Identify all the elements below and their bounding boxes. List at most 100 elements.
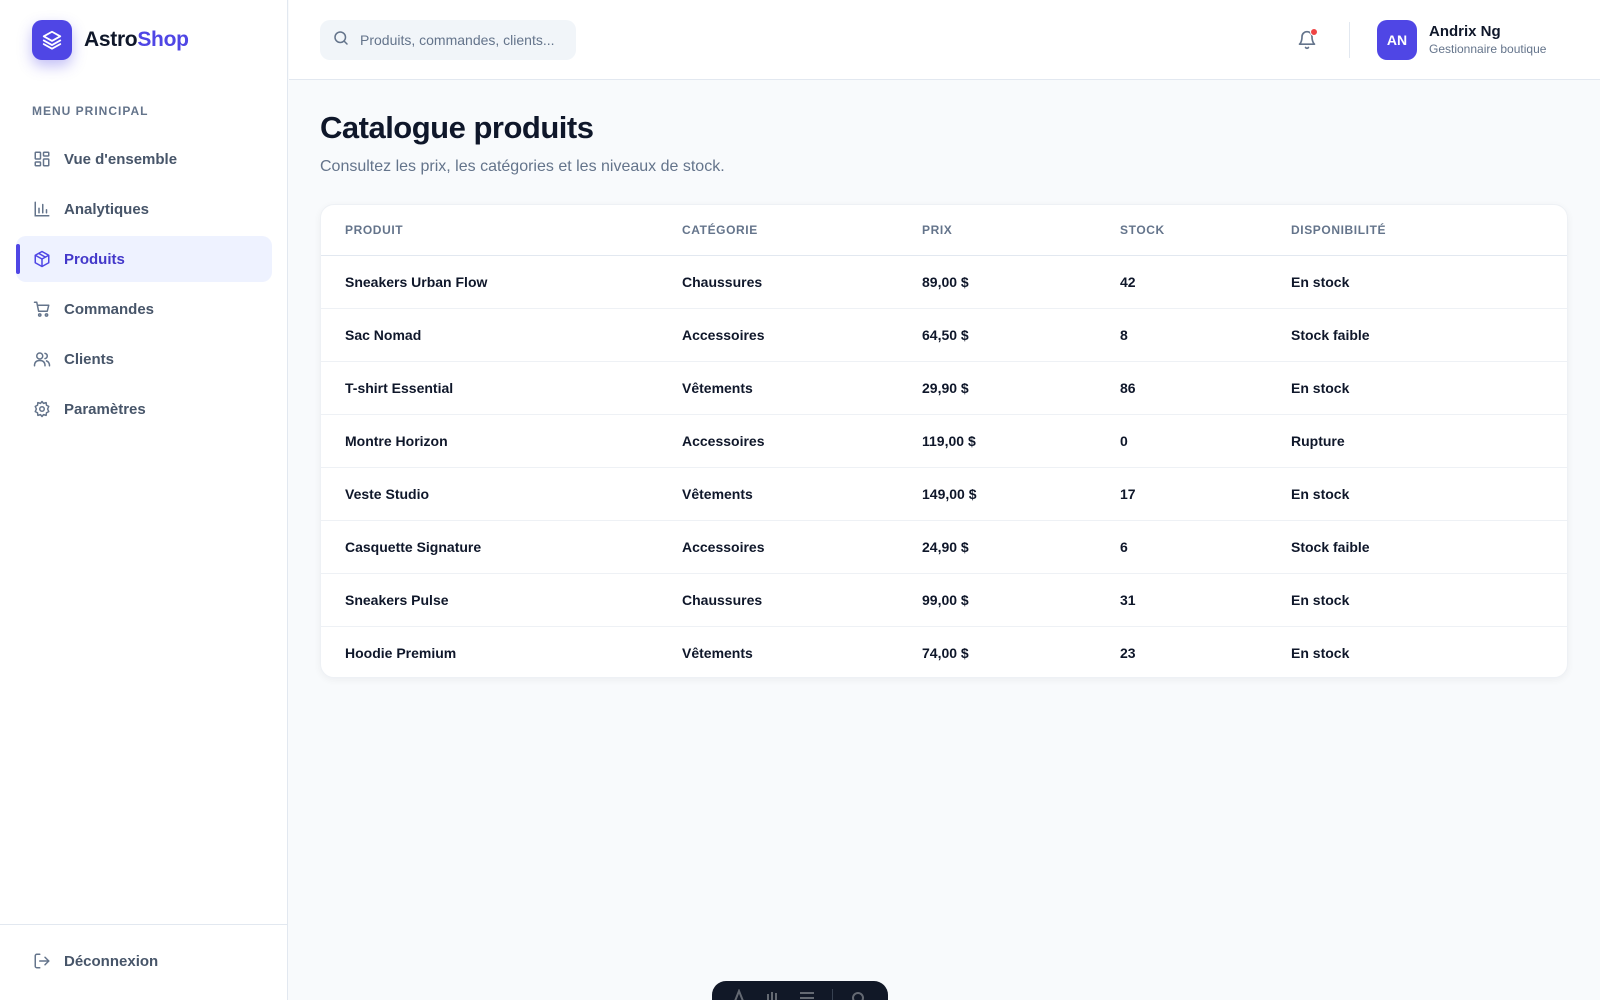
gear-icon[interactable] <box>849 989 867 1000</box>
cell-price: 119,00 $ <box>922 414 1120 468</box>
cell-availability: En stock <box>1291 573 1567 627</box>
cell-price: 24,90 $ <box>922 520 1120 574</box>
toolbar-divider <box>832 989 833 1000</box>
avatar: AN <box>1377 20 1417 60</box>
cell-category: Vêtements <box>682 361 922 415</box>
menu-lines-icon[interactable] <box>798 989 816 1000</box>
cart-icon <box>32 299 52 319</box>
sidebar-item-label: Paramètres <box>64 400 146 418</box>
brand-name: AstroShop <box>84 28 189 51</box>
logout-icon <box>32 951 52 971</box>
cell-category: Accessoires <box>682 520 922 574</box>
user-menu[interactable]: AN Andrix Ng Gestionnaire boutique <box>1377 20 1546 60</box>
cell-product: Sneakers Urban Flow <box>321 255 682 309</box>
hand-icon[interactable] <box>764 989 782 1000</box>
cell-price: 89,00 $ <box>922 255 1120 309</box>
logout-label: Déconnexion <box>64 952 159 970</box>
layers-logo-icon <box>32 20 72 60</box>
floating-toolbar[interactable] <box>712 981 888 1000</box>
notifications-button[interactable] <box>1293 26 1321 54</box>
bar-chart-icon <box>32 199 52 219</box>
cell-price: 149,00 $ <box>922 467 1120 521</box>
sidebar-item-settings[interactable]: Paramètres <box>16 386 272 432</box>
table-row[interactable]: Sneakers Pulse Chaussures 99,00 $ 31 En … <box>321 573 1567 627</box>
gear-icon <box>32 399 52 419</box>
cell-price: 64,50 $ <box>922 308 1120 362</box>
header-divider <box>1349 22 1350 58</box>
cell-stock: 6 <box>1120 520 1291 574</box>
products-table: PRODUIT CATÉGORIE PRIX STOCK DISPONIBILI… <box>321 205 1567 677</box>
users-icon <box>32 349 52 369</box>
table-row[interactable]: Casquette Signature Accessoires 24,90 $ … <box>321 520 1567 574</box>
cell-product: Montre Horizon <box>321 414 682 468</box>
table-row[interactable]: Hoodie Premium Vêtements 74,00 $ 23 En s… <box>321 626 1567 677</box>
column-header-product[interactable]: PRODUIT <box>321 205 682 256</box>
sidebar-item-analytics[interactable]: Analytiques <box>16 186 272 232</box>
table-row[interactable]: Veste Studio Vêtements 149,00 $ 17 En st… <box>321 467 1567 521</box>
table-row[interactable]: Sneakers Urban Flow Chaussures 89,00 $ 4… <box>321 255 1567 309</box>
sidebar-item-label: Produits <box>64 250 125 268</box>
cell-stock: 17 <box>1120 467 1291 521</box>
cell-availability: En stock <box>1291 361 1567 415</box>
products-table-card: PRODUIT CATÉGORIE PRIX STOCK DISPONIBILI… <box>320 204 1568 678</box>
cell-category: Vêtements <box>682 644 753 661</box>
notification-badge <box>1310 28 1318 36</box>
cell-availability: En stock <box>1291 255 1567 309</box>
table-row[interactable]: Montre Horizon Accessoires 119,00 $ 0 Ru… <box>321 414 1567 468</box>
cell-product: Casquette Signature <box>321 520 682 574</box>
logout-button[interactable]: Déconnexion <box>32 951 158 971</box>
table-row[interactable]: Sac Nomad Accessoires 64,50 $ 8 Stock fa… <box>321 308 1567 362</box>
cell-stock: 86 <box>1120 361 1291 415</box>
cell-stock: 31 <box>1120 573 1291 627</box>
search-input[interactable] <box>360 32 560 48</box>
cell-availability: En stock <box>1291 467 1567 521</box>
cell-product: Hoodie Premium <box>345 644 457 661</box>
cell-stock: 23 <box>1120 644 1136 661</box>
search-box[interactable] <box>320 20 576 60</box>
pointer-icon[interactable] <box>730 989 748 1000</box>
user-role: Gestionnaire boutique <box>1429 42 1547 56</box>
sidebar-item-clients[interactable]: Clients <box>16 336 272 382</box>
cell-price: 74,00 $ <box>922 644 969 661</box>
search-icon <box>332 29 350 52</box>
cell-product: Sneakers Pulse <box>321 573 682 627</box>
user-info: Andrix Ng Gestionnaire boutique <box>1429 23 1546 57</box>
cell-product: T-shirt Essential <box>321 361 682 415</box>
table-header-row: PRODUIT CATÉGORIE PRIX STOCK DISPONIBILI… <box>321 205 1567 256</box>
brand[interactable]: AstroShop <box>32 20 189 60</box>
sidebar-menu: Vue d'ensemble Analytiques Produits Comm… <box>16 136 272 436</box>
cell-availability: Stock faible <box>1291 520 1567 574</box>
cell-category: Accessoires <box>682 308 922 362</box>
user-name: Andrix Ng <box>1429 23 1501 40</box>
cell-stock: 8 <box>1120 308 1291 362</box>
column-header-category[interactable]: CATÉGORIE <box>682 205 922 256</box>
cell-category: Chaussures <box>682 255 922 309</box>
column-header-price[interactable]: PRIX <box>922 205 1120 256</box>
menu-section-title: MENU PRINCIPAL <box>32 104 149 118</box>
sidebar-item-label: Analytiques <box>64 200 150 218</box>
sidebar-item-label: Clients <box>64 350 115 368</box>
cell-category: Vêtements <box>682 467 922 521</box>
column-header-stock[interactable]: STOCK <box>1120 205 1291 256</box>
cell-category: Chaussures <box>682 573 922 627</box>
sidebar-footer: Déconnexion <box>0 924 287 1000</box>
cell-category: Accessoires <box>682 414 922 468</box>
sidebar-item-products[interactable]: Produits <box>16 236 272 282</box>
page-title: Catalogue produits <box>320 110 594 145</box>
page-subtitle: Consultez les prix, les catégories et le… <box>320 158 725 175</box>
sidebar-item-label: Commandes <box>64 300 155 318</box>
sidebar-item-label: Vue d'ensemble <box>64 150 178 168</box>
cell-availability: Stock faible <box>1291 308 1567 362</box>
sidebar-item-orders[interactable]: Commandes <box>16 286 272 332</box>
grid-icon <box>32 149 52 169</box>
cell-availability: En stock <box>1291 644 1350 661</box>
table-row[interactable]: T-shirt Essential Vêtements 29,90 $ 86 E… <box>321 361 1567 415</box>
cell-product: Sac Nomad <box>321 308 682 362</box>
sidebar-item-overview[interactable]: Vue d'ensemble <box>16 136 272 182</box>
cell-product: Veste Studio <box>321 467 682 521</box>
top-header: AN Andrix Ng Gestionnaire boutique <box>289 0 1600 80</box>
sidebar: AstroShop MENU PRINCIPAL Vue d'ensemble … <box>0 0 288 1000</box>
cell-price: 29,90 $ <box>922 361 1120 415</box>
cell-availability: Rupture <box>1291 414 1567 468</box>
column-header-availability[interactable]: DISPONIBILITÉ <box>1291 205 1567 256</box>
